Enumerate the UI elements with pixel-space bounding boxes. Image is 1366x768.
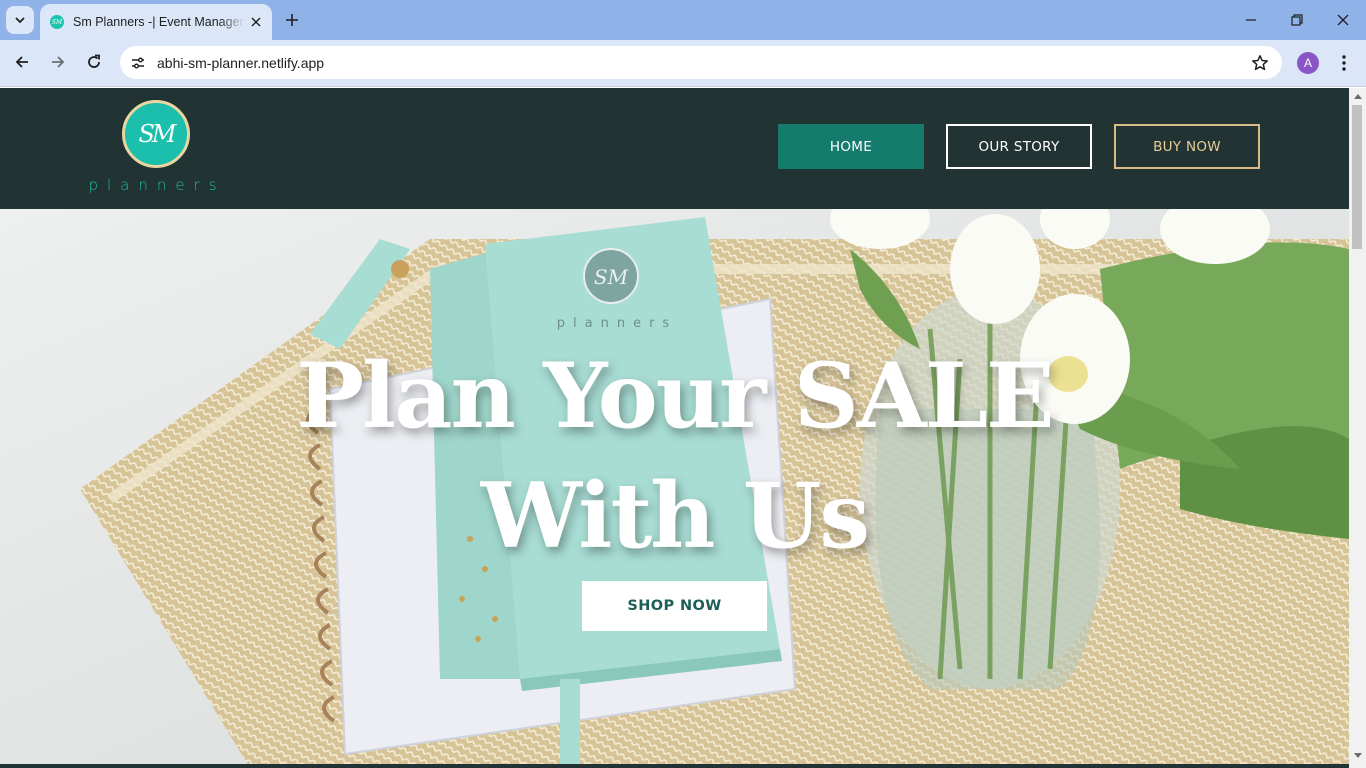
scrollbar-thumb[interactable] — [1352, 105, 1362, 249]
tab-close-button[interactable] — [248, 14, 264, 30]
hero-title-line-1: Plan Your SALE — [296, 343, 1054, 449]
logo-badge: SM — [122, 100, 190, 168]
hero-section: SM planners Plan Your SALE With Us SHOP … — [0, 209, 1349, 768]
bookmark-button[interactable] — [1248, 51, 1272, 75]
site-info-button[interactable] — [126, 51, 150, 75]
minimize-button[interactable] — [1228, 4, 1274, 36]
back-button[interactable] — [8, 48, 36, 76]
page-scrollbar[interactable] — [1349, 88, 1366, 768]
scroll-up-button[interactable] — [1349, 88, 1366, 104]
tab-title: Sm Planners -| Event Management — [73, 15, 245, 29]
restore-icon — [1291, 14, 1303, 26]
nav-home-button[interactable]: HOME — [778, 124, 924, 169]
browser-tab-active[interactable]: SM Sm Planners -| Event Management — [40, 4, 272, 40]
address-bar[interactable]: abhi-sm-planner.netlify.app — [120, 46, 1282, 79]
nav-our-story-button[interactable]: OUR STORY — [946, 124, 1092, 169]
profile-avatar[interactable]: A — [1297, 52, 1319, 74]
forward-icon — [52, 56, 65, 68]
hero-title-line-2: With Us — [480, 463, 870, 569]
reload-button[interactable] — [80, 48, 108, 76]
browser-tab-strip: SM Sm Planners -| Event Management — [0, 0, 1366, 40]
tab-search-button[interactable] — [6, 6, 34, 34]
back-icon — [15, 56, 28, 68]
chevron-down-icon — [15, 17, 25, 24]
forward-button[interactable] — [44, 48, 72, 76]
plus-icon — [286, 14, 298, 26]
browser-menu-button[interactable] — [1332, 50, 1356, 76]
star-icon — [1252, 54, 1268, 70]
product-wordmark: planners — [557, 316, 677, 331]
scroll-down-arrow-icon — [1353, 753, 1362, 758]
shop-now-button[interactable]: SHOP NOW — [582, 581, 767, 631]
page-viewport: SM planners HOME OUR STORY BUY NOW SM pl… — [0, 88, 1349, 768]
new-tab-button[interactable] — [280, 8, 304, 32]
url-text: abhi-sm-planner.netlify.app — [157, 54, 325, 71]
site-header: SM planners HOME OUR STORY BUY NOW — [0, 88, 1349, 209]
close-icon — [1337, 14, 1349, 26]
site-logo[interactable]: SM planners — [88, 100, 226, 200]
site-info-icon — [132, 57, 144, 68]
favicon-icon: SM — [50, 15, 64, 29]
product-monogram: SM — [594, 265, 629, 289]
close-icon — [251, 17, 261, 27]
scroll-down-button[interactable] — [1349, 748, 1366, 764]
reload-icon — [88, 54, 100, 68]
more-menu-icon — [1342, 55, 1346, 71]
minimize-icon — [1246, 19, 1256, 21]
scroll-up-arrow-icon — [1353, 94, 1362, 99]
browser-toolbar: abhi-sm-planner.netlify.app A — [0, 40, 1366, 87]
logo-wordmark: planners — [88, 176, 226, 194]
restore-button[interactable] — [1274, 4, 1320, 36]
page-bottom-edge — [0, 764, 1349, 768]
close-window-button[interactable] — [1320, 4, 1366, 36]
nav-buy-now-button[interactable]: BUY NOW — [1114, 124, 1260, 169]
